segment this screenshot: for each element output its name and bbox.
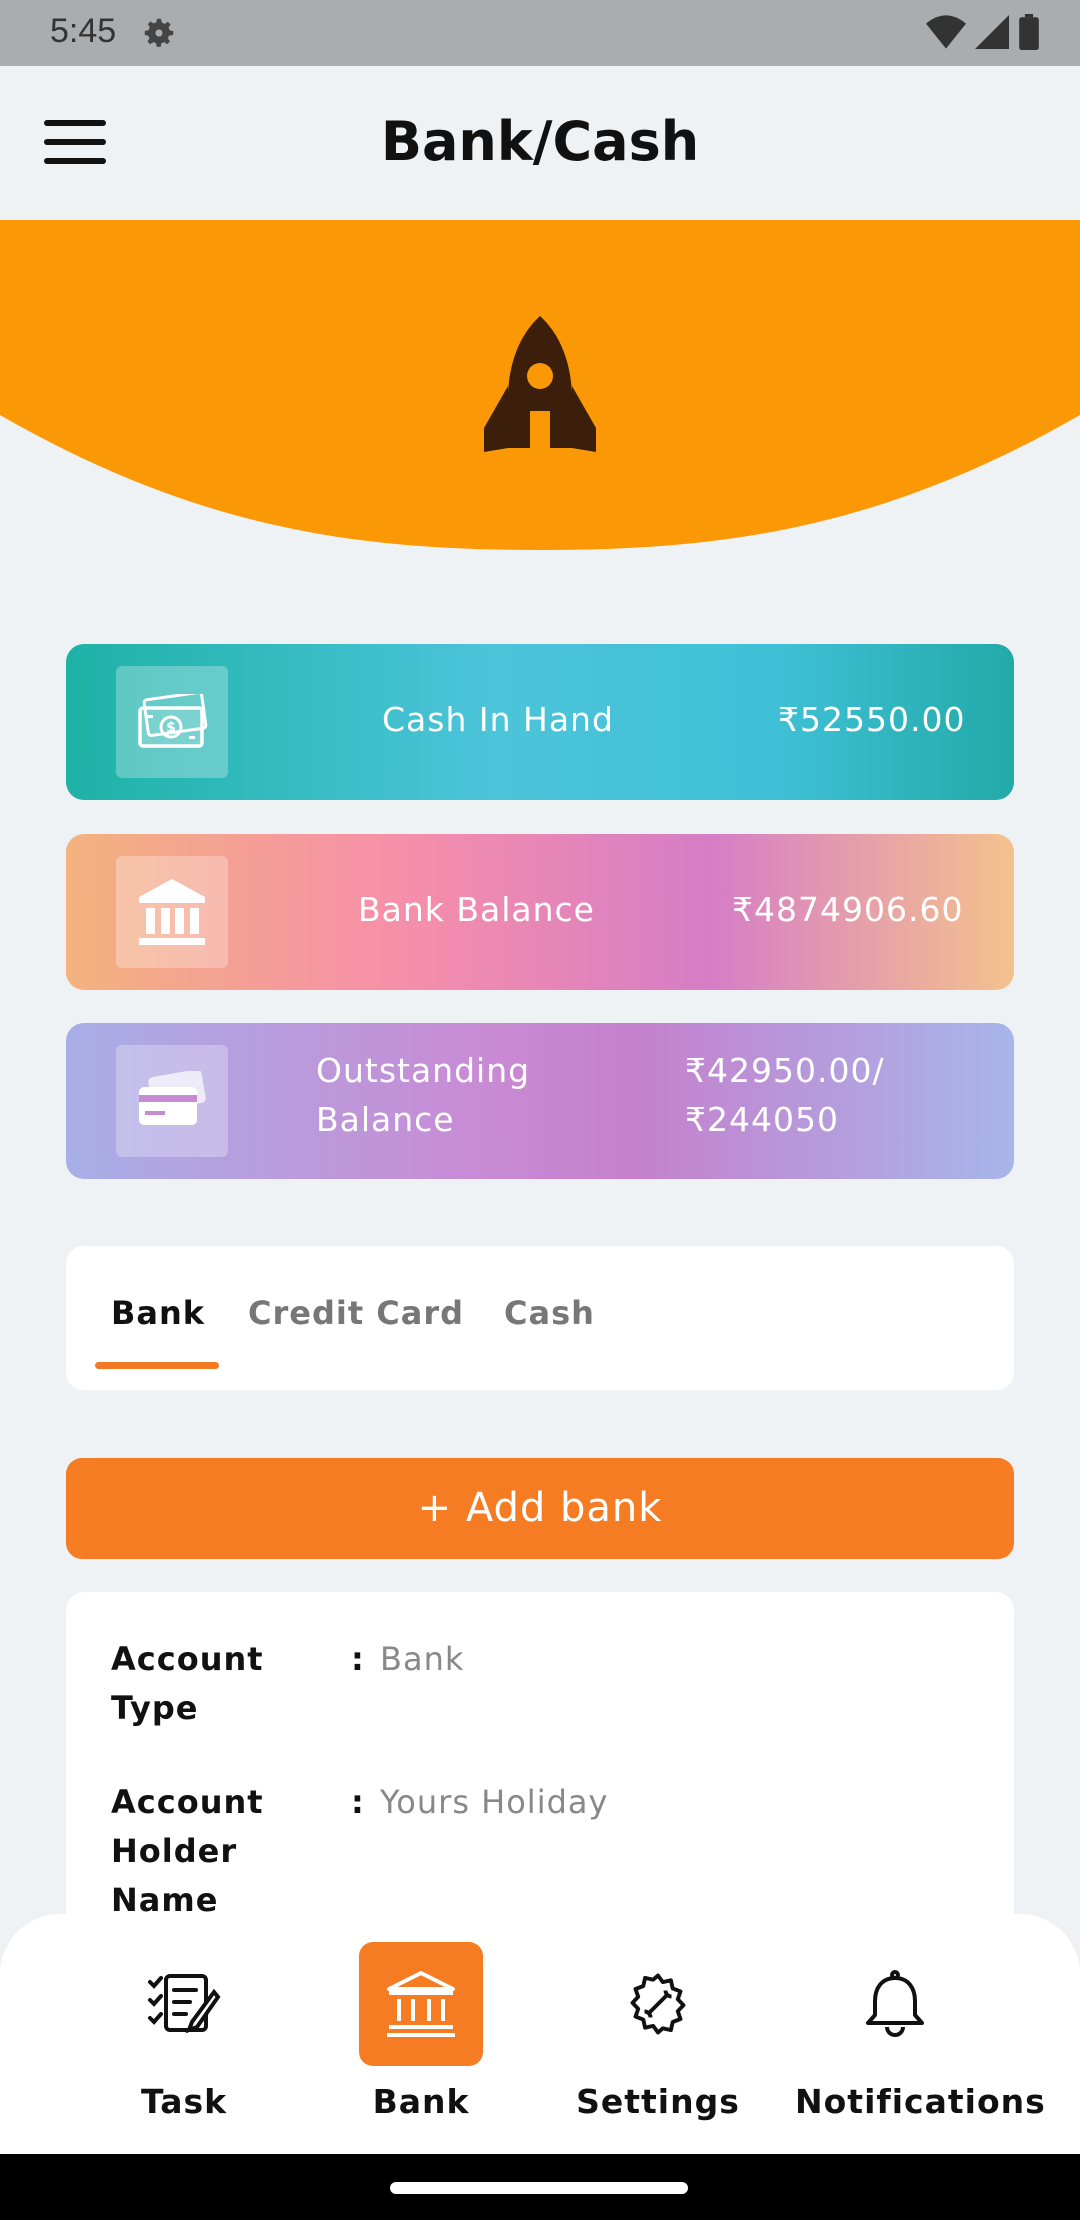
account-holder-label: Account Holder Name xyxy=(111,1783,264,1919)
nav-settings[interactable]: Settings xyxy=(558,1942,758,2142)
system-nav-bar xyxy=(0,2154,1080,2220)
account-holder-value: Yours Holiday xyxy=(380,1783,609,1821)
status-bar: 5:45 xyxy=(0,0,1080,66)
wifi-icon xyxy=(926,15,966,53)
account-tabs: Bank Credit Card Cash xyxy=(66,1246,1014,1390)
nav-notifications-label: Notifications xyxy=(795,2082,1046,2121)
tab-cash[interactable]: Cash xyxy=(504,1294,595,1332)
outstanding-balance-card[interactable]: Outstanding Balance ₹42950.00/ ₹244050 xyxy=(66,1023,1014,1179)
bank-balance-value: ₹4874906.60 xyxy=(732,890,964,929)
outstanding-label-line2: Balance xyxy=(316,1100,455,1139)
nav-task-label: Task xyxy=(140,2082,228,2121)
task-icon xyxy=(122,1942,246,2066)
cash-in-hand-card[interactable]: $ Cash In Hand ₹52550.00 xyxy=(66,644,1014,800)
settings-status-icon xyxy=(140,14,178,56)
add-bank-button[interactable]: + Add bank xyxy=(66,1458,1014,1559)
nav-settings-label: Settings xyxy=(576,2082,740,2121)
nav-bank-label: Bank xyxy=(372,2082,470,2121)
cash-in-hand-label: Cash In Hand xyxy=(382,700,614,739)
cash-in-hand-value: ₹52550.00 xyxy=(778,700,966,739)
hero-banner xyxy=(0,220,1080,550)
nav-bank[interactable]: Bank xyxy=(321,1942,521,2142)
bank-balance-label: Bank Balance xyxy=(358,890,595,929)
svg-text:$: $ xyxy=(166,720,176,736)
cash-icon: $ xyxy=(116,666,228,778)
outstanding-label-line1: Outstanding xyxy=(316,1051,531,1090)
nav-task[interactable]: Task xyxy=(84,1942,284,2142)
status-time: 5:45 xyxy=(50,12,117,50)
account-holder-colon: : xyxy=(351,1783,364,1821)
battery-icon xyxy=(1018,14,1040,54)
active-tab-indicator xyxy=(95,1362,219,1369)
bank-icon xyxy=(116,856,228,968)
outstanding-value-line1: ₹42950.00/ xyxy=(685,1051,885,1090)
page-title: Bank/Cash xyxy=(380,110,700,173)
app-header: Bank/Cash xyxy=(0,66,1080,220)
outstanding-value-line2: ₹244050 xyxy=(685,1100,839,1139)
signal-icon xyxy=(974,15,1010,53)
home-gesture-bar[interactable] xyxy=(390,2182,688,2194)
bottom-nav: Task Bank Settings Notifications xyxy=(0,1914,1080,2154)
bank-icon xyxy=(359,1942,483,2066)
tab-credit-card[interactable]: Credit Card xyxy=(248,1294,464,1332)
bank-balance-card[interactable]: Bank Balance ₹4874906.60 xyxy=(66,834,1014,990)
account-type-colon: : xyxy=(351,1640,364,1678)
bell-icon xyxy=(833,1942,957,2066)
credit-card-icon xyxy=(116,1045,228,1157)
account-type-value: Bank xyxy=(380,1640,465,1678)
tab-bank[interactable]: Bank xyxy=(111,1294,205,1332)
account-type-label: Account Type xyxy=(111,1640,264,1727)
nav-notifications[interactable]: Notifications xyxy=(795,1942,1046,2142)
settings-icon xyxy=(596,1942,720,2066)
